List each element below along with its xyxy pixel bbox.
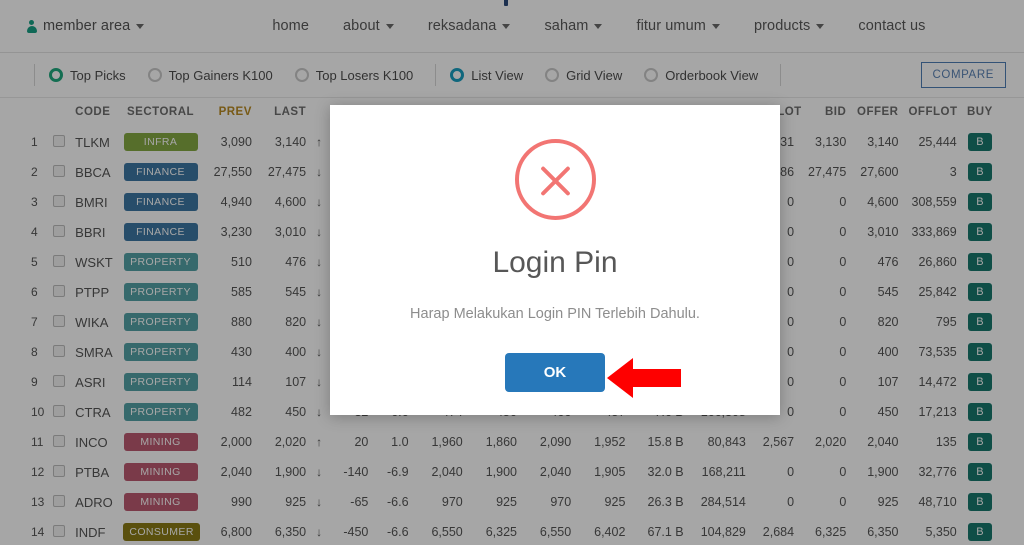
app-root: member area home about reksadana saham f… xyxy=(0,0,1024,545)
modal-title: Login Pin xyxy=(492,246,618,279)
modal-message: Harap Melakukan Login PIN Terlebih Dahul… xyxy=(410,306,700,322)
modal-actions: OK xyxy=(504,353,606,392)
red-left-arrow-annotation xyxy=(607,358,681,398)
ok-button[interactable]: OK xyxy=(504,353,606,392)
error-x-circle-icon xyxy=(514,139,596,220)
login-pin-modal: Login Pin Harap Melakukan Login PIN Terl… xyxy=(330,105,780,415)
